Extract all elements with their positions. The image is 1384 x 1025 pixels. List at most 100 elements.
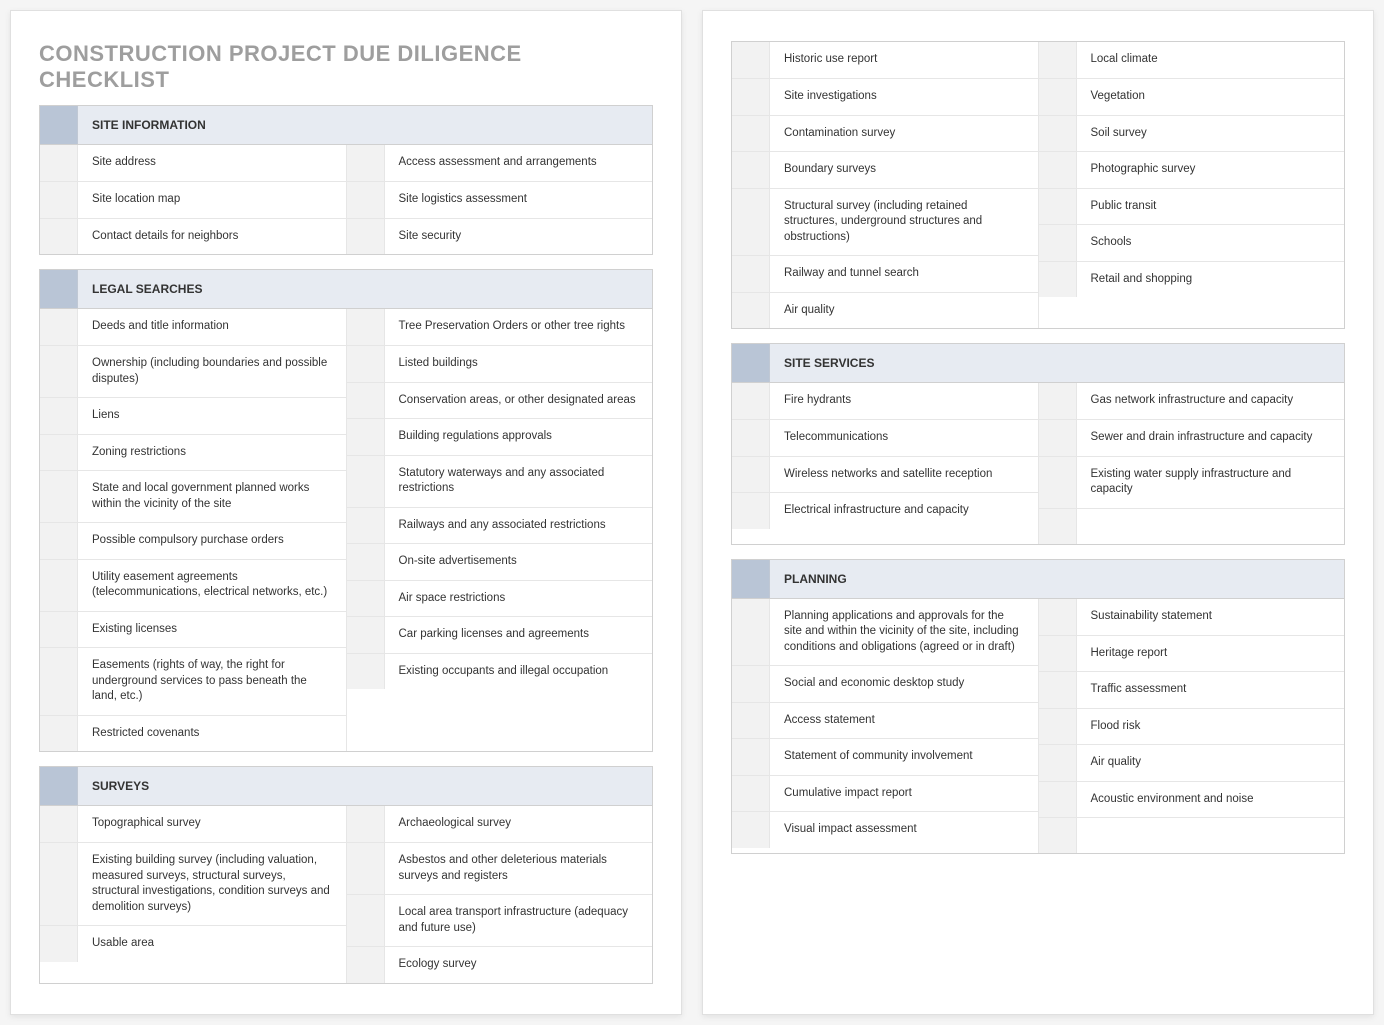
checkbox-cell[interactable] — [40, 612, 78, 648]
checklist-item-label: Schools — [1077, 225, 1345, 261]
checkbox-cell[interactable] — [732, 703, 770, 739]
checkbox-cell[interactable] — [1039, 225, 1077, 261]
checklist-item-label: Site address — [78, 145, 346, 181]
checkbox-cell[interactable] — [1039, 818, 1077, 853]
checkbox-cell[interactable] — [732, 666, 770, 702]
checklist-row: Listed buildings — [347, 345, 653, 382]
checkbox-cell[interactable] — [732, 116, 770, 152]
checkbox-cell[interactable] — [732, 493, 770, 529]
checklist-item-label: Site security — [385, 219, 653, 255]
checkbox-cell[interactable] — [1039, 152, 1077, 188]
checklist-section: SITE INFORMATIONSite addressSite locatio… — [39, 105, 653, 255]
section-rows: Topographical surveyExisting building su… — [40, 806, 652, 983]
checklist-item-label: Access assessment and arrangements — [385, 145, 653, 181]
checkbox-cell[interactable] — [732, 189, 770, 256]
checkbox-cell[interactable] — [40, 398, 78, 434]
checkbox-cell[interactable] — [40, 926, 78, 962]
checkbox-cell[interactable] — [732, 79, 770, 115]
checklist-row: Telecommunications — [732, 419, 1038, 456]
checkbox-cell[interactable] — [347, 346, 385, 382]
checklist-item-label: On-site advertisements — [385, 544, 653, 580]
checklist-item-label: Asbestos and other deleterious materials… — [385, 843, 653, 894]
checkbox-cell[interactable] — [1039, 262, 1077, 298]
checkbox-cell[interactable] — [347, 806, 385, 842]
checkbox-cell[interactable] — [347, 182, 385, 218]
checkbox-cell[interactable] — [1039, 745, 1077, 781]
checkbox-cell[interactable] — [40, 346, 78, 397]
checkbox-cell[interactable] — [40, 145, 78, 181]
checkbox-cell[interactable] — [347, 309, 385, 345]
checkbox-cell[interactable] — [1039, 599, 1077, 635]
checkbox-cell[interactable] — [40, 560, 78, 611]
checkbox-cell[interactable] — [347, 383, 385, 419]
checkbox-cell[interactable] — [347, 947, 385, 983]
checkbox-cell[interactable] — [1039, 79, 1077, 115]
section-column: Historic use reportSite investigationsCo… — [732, 42, 1038, 328]
checkbox-cell[interactable] — [1039, 116, 1077, 152]
checkbox-cell[interactable] — [40, 806, 78, 842]
checkbox-cell[interactable] — [347, 581, 385, 617]
checklist-row: Local area transport infrastructure (ade… — [347, 894, 653, 946]
checklist-item-label: Car parking licenses and agreements — [385, 617, 653, 653]
checkbox-cell[interactable] — [1039, 636, 1077, 672]
checklist-row: Contamination survey — [732, 115, 1038, 152]
checklist-item-label: Site logistics assessment — [385, 182, 653, 218]
checklist-row: Possible compulsory purchase orders — [40, 522, 346, 559]
checkbox-cell[interactable] — [1039, 782, 1077, 818]
checkbox-cell[interactable] — [732, 256, 770, 292]
checkbox-cell[interactable] — [732, 42, 770, 78]
checkbox-cell[interactable] — [40, 523, 78, 559]
checkbox-cell[interactable] — [1039, 509, 1077, 544]
checklist-row: Vegetation — [1039, 78, 1345, 115]
checklist-row: Car parking licenses and agreements — [347, 616, 653, 653]
checkbox-cell[interactable] — [732, 420, 770, 456]
checkbox-cell[interactable] — [347, 895, 385, 946]
checklist-row: Site security — [347, 218, 653, 255]
checkbox-cell[interactable] — [347, 544, 385, 580]
checkbox-cell[interactable] — [732, 739, 770, 775]
checkbox-cell[interactable] — [347, 419, 385, 455]
section-title: LEGAL SEARCHES — [78, 270, 652, 308]
checkbox-cell[interactable] — [732, 812, 770, 848]
checkbox-cell[interactable] — [347, 654, 385, 690]
checkbox-cell[interactable] — [347, 456, 385, 507]
checklist-row: Statutory waterways and any associated r… — [347, 455, 653, 507]
checklist-item-label: Statement of community involvement — [770, 739, 1038, 775]
checkbox-cell[interactable] — [40, 716, 78, 752]
section-title: SITE SERVICES — [770, 344, 1344, 382]
checklist-item-label: Deeds and title information — [78, 309, 346, 345]
checkbox-cell[interactable] — [347, 508, 385, 544]
checkbox-cell[interactable] — [347, 219, 385, 255]
checkbox-cell[interactable] — [40, 471, 78, 522]
checklist-item-label: Photographic survey — [1077, 152, 1345, 188]
checkbox-cell[interactable] — [1039, 672, 1077, 708]
checkbox-cell[interactable] — [1039, 457, 1077, 508]
checkbox-cell[interactable] — [40, 219, 78, 255]
checkbox-cell[interactable] — [732, 293, 770, 329]
checklist-item-label: Railways and any associated restrictions — [385, 508, 653, 544]
checkbox-cell[interactable] — [1039, 383, 1077, 419]
checkbox-cell[interactable] — [1039, 189, 1077, 225]
checkbox-cell[interactable] — [347, 617, 385, 653]
checklist-item-label: Boundary surveys — [770, 152, 1038, 188]
checkbox-cell[interactable] — [732, 383, 770, 419]
section-title: SITE INFORMATION — [78, 106, 652, 144]
checkbox-cell[interactable] — [40, 843, 78, 925]
checkbox-cell[interactable] — [40, 435, 78, 471]
checkbox-cell[interactable] — [40, 648, 78, 715]
checkbox-cell[interactable] — [732, 776, 770, 812]
checkbox-cell[interactable] — [732, 457, 770, 493]
checkbox-cell[interactable] — [40, 182, 78, 218]
checklist-item-label — [1077, 818, 1345, 853]
checkbox-cell[interactable] — [347, 843, 385, 894]
checkbox-cell[interactable] — [1039, 42, 1077, 78]
checkbox-cell[interactable] — [732, 152, 770, 188]
section-column: Planning applications and approvals for … — [732, 599, 1038, 854]
checklist-item-label: Cumulative impact report — [770, 776, 1038, 812]
checkbox-cell[interactable] — [40, 309, 78, 345]
checkbox-cell[interactable] — [347, 145, 385, 181]
checkbox-cell[interactable] — [1039, 420, 1077, 456]
page-left: CONSTRUCTION PROJECT DUE DILIGENCE CHECK… — [10, 10, 682, 1015]
checkbox-cell[interactable] — [1039, 709, 1077, 745]
checkbox-cell[interactable] — [732, 599, 770, 666]
